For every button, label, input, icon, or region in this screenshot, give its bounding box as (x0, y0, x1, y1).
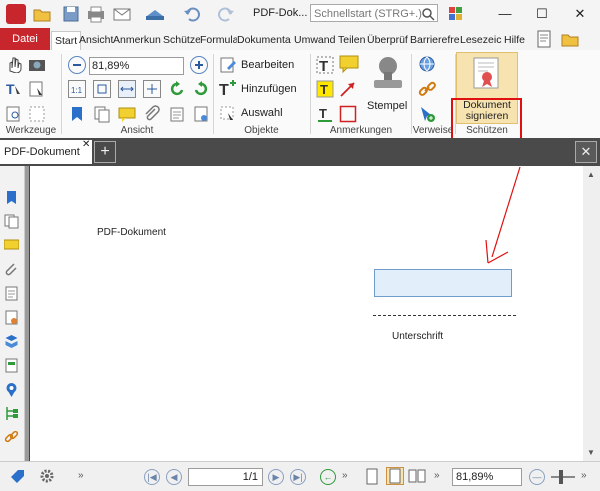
status-zoom-out-button[interactable]: — (529, 469, 545, 485)
status-zoom-select[interactable]: 81,89% (452, 468, 522, 486)
last-page-button[interactable]: ▶| (290, 469, 306, 485)
more-chevron-icon[interactable]: » (78, 470, 84, 481)
zoom-slider[interactable] (551, 470, 575, 484)
annotation-arrow (485, 166, 521, 264)
status-bar: » |◀ ◀ 1/1 ▶ ▶| ← » » 81,89% — » (0, 461, 600, 491)
page-number-input[interactable]: 1/1 (188, 468, 263, 486)
next-page-button[interactable]: ▶ (268, 469, 284, 485)
forward-chevron-icon[interactable]: » (342, 470, 348, 481)
single-page-icon[interactable] (363, 468, 381, 486)
first-page-button[interactable]: |◀ (144, 469, 160, 485)
bookmark-tag-icon[interactable] (8, 467, 26, 485)
continuous-page-icon[interactable] (386, 467, 404, 485)
status-more-chevron-icon[interactable]: » (581, 470, 587, 481)
layout-chevron-icon[interactable]: » (434, 470, 440, 481)
back-view-button[interactable]: ← (320, 469, 336, 485)
previous-page-button[interactable]: ◀ (166, 469, 182, 485)
facing-pages-icon[interactable] (408, 468, 426, 486)
settings-gear-icon[interactable] (38, 467, 56, 485)
